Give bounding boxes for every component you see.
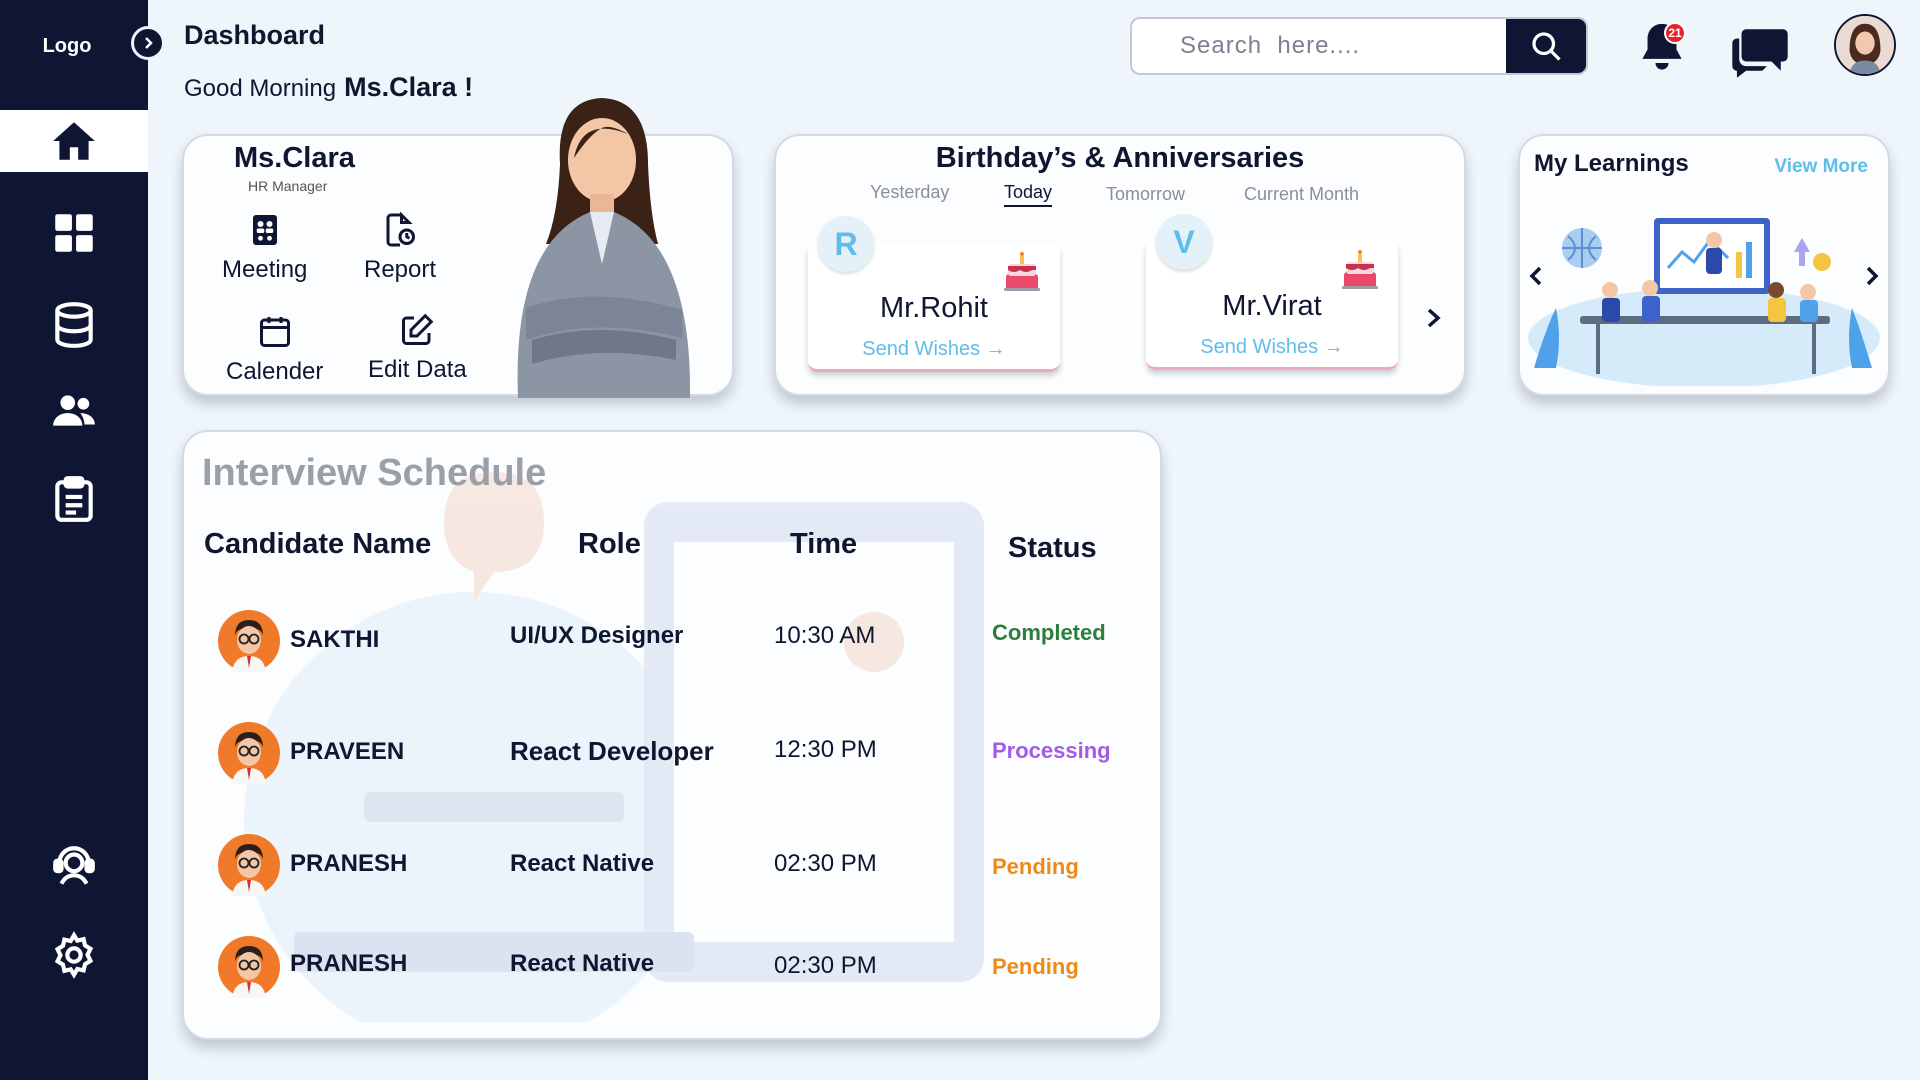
learning-illustration bbox=[1528, 218, 1880, 386]
sidebar: Logo bbox=[0, 0, 148, 1080]
sidebar-item-apps[interactable] bbox=[0, 202, 148, 264]
candidate-name: PRAVEEN bbox=[290, 738, 405, 765]
table-row[interactable]: PRANESH React Native 02:30 PM Pending bbox=[184, 834, 1160, 904]
meeting-button[interactable]: Meeting bbox=[222, 212, 307, 284]
search-bar bbox=[1130, 17, 1588, 75]
birthday-card-virat: V Mr.Virat Send Wishes → bbox=[1146, 214, 1398, 370]
cake-icon bbox=[1342, 250, 1378, 289]
edit-icon bbox=[402, 313, 434, 345]
candidate-role: React Native bbox=[510, 950, 655, 977]
logo[interactable]: Logo bbox=[0, 0, 148, 92]
table-row[interactable]: SAKTHI UI/UX Designer 10:30 AM Completed bbox=[184, 606, 1160, 676]
greeting-user-name: Ms.Clara ! bbox=[344, 72, 474, 102]
view-more-link[interactable]: View More bbox=[1774, 156, 1868, 178]
meeting-label: Meeting bbox=[222, 256, 308, 283]
candidate-role: React Developer bbox=[510, 736, 714, 766]
candidate-role: React Native bbox=[510, 850, 655, 877]
edit-data-button[interactable]: Edit Data bbox=[368, 312, 467, 384]
sidebar-toggle-button[interactable] bbox=[131, 26, 165, 60]
send-wishes-button[interactable]: Send Wishes → bbox=[808, 338, 1060, 361]
learnings-card: My Learnings View More bbox=[1518, 134, 1890, 396]
cake-icon bbox=[1004, 252, 1040, 291]
users-icon bbox=[53, 395, 95, 426]
status-badge: Pending bbox=[992, 954, 1079, 979]
meeting-icon bbox=[252, 215, 277, 245]
table-row[interactable]: PRAVEEN React Developer 12:30 PM Process… bbox=[184, 720, 1160, 790]
status-badge: Pending bbox=[992, 854, 1079, 879]
greeting: Good Morning Ms.Clara ! bbox=[184, 72, 473, 103]
home-icon bbox=[53, 122, 95, 160]
interview-time: 12:30 PM bbox=[774, 736, 877, 763]
candidate-avatar bbox=[218, 834, 280, 896]
birthday-card: Birthday’s & Anniversaries Yesterday Tod… bbox=[774, 134, 1466, 396]
search-input[interactable] bbox=[1132, 19, 1508, 73]
sidebar-item-users[interactable] bbox=[0, 380, 148, 442]
page-title: Dashboard bbox=[184, 20, 326, 50]
initial-badge: V bbox=[1156, 214, 1212, 270]
report-icon bbox=[386, 212, 416, 247]
column-header-status: Status bbox=[1008, 532, 1097, 564]
sidebar-item-support[interactable] bbox=[0, 836, 148, 898]
column-header-candidate: Candidate Name bbox=[204, 528, 432, 560]
gear-icon bbox=[54, 931, 94, 979]
report-button[interactable]: Report bbox=[364, 212, 436, 284]
interview-schedule-card: Interview Schedule Candidate Name Role T… bbox=[182, 430, 1162, 1040]
initial-badge: R bbox=[818, 216, 874, 272]
candidate-name: SAKTHI bbox=[290, 626, 380, 653]
chevron-right-icon[interactable] bbox=[1862, 262, 1882, 290]
column-header-time: Time bbox=[790, 528, 858, 560]
birthday-card-rohit: R Mr.Rohit Send Wishes → bbox=[808, 216, 1060, 372]
sidebar-item-database[interactable] bbox=[0, 294, 148, 356]
tab-tomorrow[interactable]: Tomorrow bbox=[1106, 184, 1185, 205]
birthday-person-name: Mr.Rohit bbox=[880, 292, 988, 324]
tab-today[interactable]: Today bbox=[1004, 182, 1053, 207]
candidate-avatar bbox=[218, 722, 280, 784]
grid-icon bbox=[55, 214, 93, 252]
chevron-right-icon bbox=[145, 37, 153, 49]
send-wishes-button[interactable]: Send Wishes → bbox=[1146, 336, 1398, 359]
profile-role: HR Manager bbox=[248, 178, 328, 194]
birthday-person-name: Mr.Virat bbox=[1222, 290, 1322, 322]
candidate-role: UI/UX Designer bbox=[510, 622, 684, 649]
chat-icon[interactable] bbox=[1730, 22, 1790, 78]
birthday-title: Birthday’s & Anniversaries bbox=[935, 142, 1305, 174]
avatar[interactable] bbox=[1834, 14, 1896, 76]
edit-data-label: Edit Data bbox=[368, 356, 467, 383]
user-avatar-image bbox=[1836, 16, 1894, 74]
status-badge: Processing bbox=[992, 738, 1111, 763]
interview-time: 02:30 PM bbox=[774, 952, 877, 979]
tab-current-month[interactable]: Current Month bbox=[1244, 184, 1359, 205]
search-button[interactable] bbox=[1506, 19, 1586, 73]
calendar-label: Calender bbox=[226, 358, 324, 385]
greeting-text: Good Morning bbox=[184, 75, 337, 102]
candidate-name: PRANESH bbox=[290, 950, 408, 977]
notification-badge: 21 bbox=[1664, 22, 1686, 44]
table-row[interactable]: PRANESH React Native 02:30 PM Pending bbox=[184, 936, 1160, 1006]
chevron-right-icon[interactable] bbox=[1422, 304, 1446, 332]
search-icon bbox=[1532, 32, 1561, 61]
sidebar-item-tasks[interactable] bbox=[0, 468, 148, 530]
sidebar-item-home[interactable] bbox=[0, 110, 148, 172]
calendar-button[interactable]: Calender bbox=[226, 314, 323, 386]
candidate-name: PRANESH bbox=[290, 850, 408, 877]
learnings-title: My Learnings bbox=[1534, 150, 1689, 177]
clipboard-icon bbox=[55, 476, 93, 522]
status-badge: Completed bbox=[992, 620, 1106, 645]
interview-time: 10:30 AM bbox=[774, 622, 876, 649]
database-icon bbox=[55, 302, 93, 348]
support-icon bbox=[53, 846, 95, 885]
interview-title: Interview Schedule bbox=[202, 452, 547, 494]
interview-time: 02:30 PM bbox=[774, 850, 877, 877]
profile-name: Ms.Clara bbox=[234, 142, 355, 174]
candidate-avatar bbox=[218, 936, 280, 998]
sidebar-item-settings[interactable] bbox=[0, 924, 148, 986]
chevron-left-icon[interactable] bbox=[1526, 262, 1546, 290]
tab-yesterday[interactable]: Yesterday bbox=[870, 182, 949, 203]
candidate-avatar bbox=[218, 610, 280, 672]
report-label: Report bbox=[364, 256, 437, 283]
column-header-role: Role bbox=[578, 528, 641, 560]
profile-photo bbox=[517, 98, 691, 398]
calendar-icon bbox=[259, 317, 290, 347]
